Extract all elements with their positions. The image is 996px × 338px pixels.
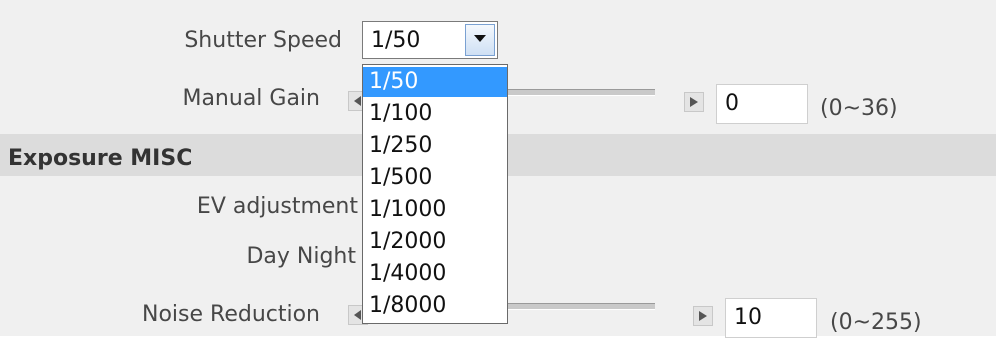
noise-reduction-value: 10 xyxy=(734,305,762,330)
shutter-speed-select[interactable]: 1/50 xyxy=(362,21,498,59)
exposure-misc-heading: Exposure MISC xyxy=(8,146,193,171)
ev-adjustment-label: EV adjustment xyxy=(196,194,358,219)
dropdown-option[interactable]: 1/100 xyxy=(363,99,507,129)
dropdown-option[interactable]: 1/250 xyxy=(363,131,507,161)
manual-gain-slider-track[interactable] xyxy=(505,89,655,96)
arrow-left-icon xyxy=(354,96,361,106)
manual-gain-range: (0~36) xyxy=(820,96,898,121)
arrow-right-icon xyxy=(690,97,698,107)
arrow-right-icon xyxy=(699,311,707,321)
shutter-speed-selected-value: 1/50 xyxy=(371,28,421,53)
shutter-speed-row xyxy=(0,0,996,64)
dropdown-option[interactable]: 1/2000 xyxy=(363,227,507,257)
dropdown-option[interactable]: 1/50 xyxy=(363,67,507,97)
noise-reduction-label: Noise Reduction xyxy=(142,302,320,327)
shutter-speed-dropdown-list[interactable]: 1/50 1/100 1/250 1/500 1/1000 1/2000 1/4… xyxy=(362,64,508,324)
dropdown-option[interactable]: 1/4000 xyxy=(363,259,507,289)
chevron-down-icon[interactable] xyxy=(465,24,495,56)
manual-gain-value: 0 xyxy=(725,91,739,116)
manual-gain-label: Manual Gain xyxy=(182,86,320,111)
dropdown-option[interactable]: 1/500 xyxy=(363,163,507,193)
day-night-label: Day Night xyxy=(246,244,356,269)
manual-gain-input[interactable]: 0 xyxy=(716,84,808,124)
shutter-speed-label: Shutter Speed xyxy=(184,28,342,53)
dropdown-option[interactable]: 1/1000 xyxy=(363,195,507,225)
noise-reduction-input[interactable]: 10 xyxy=(725,298,817,338)
arrow-left-icon xyxy=(354,310,361,320)
noise-reduction-slider-track[interactable] xyxy=(505,303,655,310)
manual-gain-increase-button[interactable] xyxy=(684,92,704,112)
dropdown-option[interactable]: 1/8000 xyxy=(363,291,507,321)
noise-reduction-range: (0~255) xyxy=(830,310,922,335)
noise-reduction-increase-button[interactable] xyxy=(693,306,713,326)
